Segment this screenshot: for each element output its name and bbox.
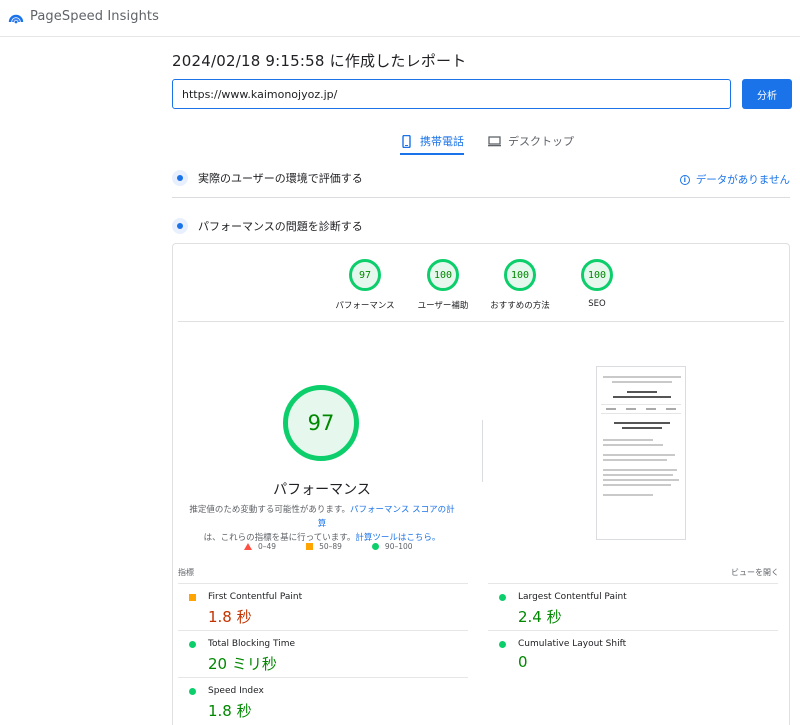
metric-name: First Contentful Paint [208, 592, 303, 602]
tab-desktop-label: デスクトップ [508, 135, 574, 148]
app-logo[interactable]: PageSpeed Insights [8, 9, 159, 24]
metric-name: Largest Contentful Paint [518, 592, 627, 602]
section-divider [172, 197, 790, 198]
metric-name: Total Blocking Time [208, 639, 296, 649]
expand-view-toggle[interactable]: ビューを開く [731, 567, 779, 578]
tab-mobile[interactable]: 携帯電話 [400, 128, 464, 155]
gauge-score: 100 [427, 259, 459, 291]
page-screenshot-thumbnail [596, 366, 686, 540]
metric-value: 1.8 秒 [208, 608, 252, 626]
triangle-icon [244, 543, 252, 550]
performance-title: パフォーマンス [273, 482, 371, 498]
good-circle-icon [189, 641, 196, 648]
lab-data-title: パフォーマンスの問題を診断する [198, 220, 363, 233]
gauge-score: 100 [581, 259, 613, 291]
vertical-separator [482, 420, 483, 482]
square-icon [306, 543, 314, 550]
metric-speed-index: Speed Index 1.8 秒 [178, 677, 468, 724]
mobile-icon [402, 134, 411, 148]
tab-desktop[interactable]: デスクトップ [488, 128, 574, 154]
legend-average: 50–89 [306, 542, 342, 551]
gauge-seo[interactable]: 100 SEO [552, 259, 642, 309]
field-data-header: 実際のユーザーの環境で評価する [172, 170, 363, 186]
metric-tbt: Total Blocking Time 20 ミリ秒 [178, 630, 468, 677]
lab-data-header: パフォーマンスの問題を診断する [172, 218, 363, 234]
score-legend: 0–49 50–89 90–100 [244, 542, 443, 551]
tab-mobile-label: 携帯電話 [420, 135, 464, 148]
gauges-divider [178, 321, 784, 322]
url-input[interactable] [172, 79, 731, 109]
legend-poor: 0–49 [244, 542, 276, 551]
metric-fcp: First Contentful Paint 1.8 秒 [178, 583, 468, 630]
people-icon [172, 170, 188, 186]
no-data-text: データがありません [695, 174, 790, 186]
gauge-label: SEO [588, 299, 606, 309]
metrics-label: 指標 [178, 568, 194, 577]
legend-good-label: 90–100 [384, 542, 413, 551]
gauge-performance[interactable]: 97 パフォーマンス [320, 259, 410, 311]
device-tabs: 携帯電話 デスクトップ [400, 128, 574, 155]
gauge-score: 100 [504, 259, 536, 291]
metric-value: 0 [518, 653, 528, 671]
circle-icon [371, 543, 379, 550]
legend-good: 90–100 [371, 542, 413, 551]
top-bar: PageSpeed Insights [0, 0, 800, 37]
performance-score-gauge: 97 [283, 385, 359, 461]
average-square-icon [189, 594, 196, 601]
gauge-label: パフォーマンス [335, 301, 395, 311]
good-circle-icon [499, 641, 506, 648]
desc-text-1: 推定値のため変動する可能性があります。 [189, 505, 351, 515]
report-title: 2024/02/18 9:15:58 に作成したレポート [172, 52, 467, 70]
gauge-score: 97 [349, 259, 381, 291]
good-circle-icon [189, 688, 196, 695]
app-name: PageSpeed Insights [30, 9, 159, 24]
metric-cls: Cumulative Layout Shift 0 [488, 630, 778, 677]
legend-poor-label: 0–49 [258, 542, 277, 551]
performance-description: 推定値のため変動する可能性があります。パフォーマンス スコアの計算 は、これらの… [188, 503, 456, 545]
lab-icon [172, 218, 188, 234]
metric-lcp: Largest Contentful Paint 2.4 秒 [488, 583, 778, 630]
metric-name: Cumulative Layout Shift [518, 639, 627, 649]
desktop-icon [488, 135, 501, 146]
info-icon: i [679, 174, 690, 185]
pagespeed-logo-icon [8, 14, 24, 23]
metric-value: 1.8 秒 [208, 702, 252, 720]
metric-value: 2.4 秒 [518, 608, 562, 626]
good-circle-icon [499, 594, 506, 601]
field-data-title: 実際のユーザーの環境で評価する [198, 172, 363, 185]
metric-value: 20 ミリ秒 [208, 655, 277, 673]
analyze-button[interactable]: 分析 [742, 79, 792, 109]
category-gauges: 97 パフォーマンス 100 ユーザー補助 100 おすすめの方法 100 SE… [320, 259, 630, 314]
legend-average-label: 50–89 [319, 542, 342, 551]
metric-name: Speed Index [208, 686, 264, 696]
no-data-notice[interactable]: i データがありません [679, 172, 790, 187]
